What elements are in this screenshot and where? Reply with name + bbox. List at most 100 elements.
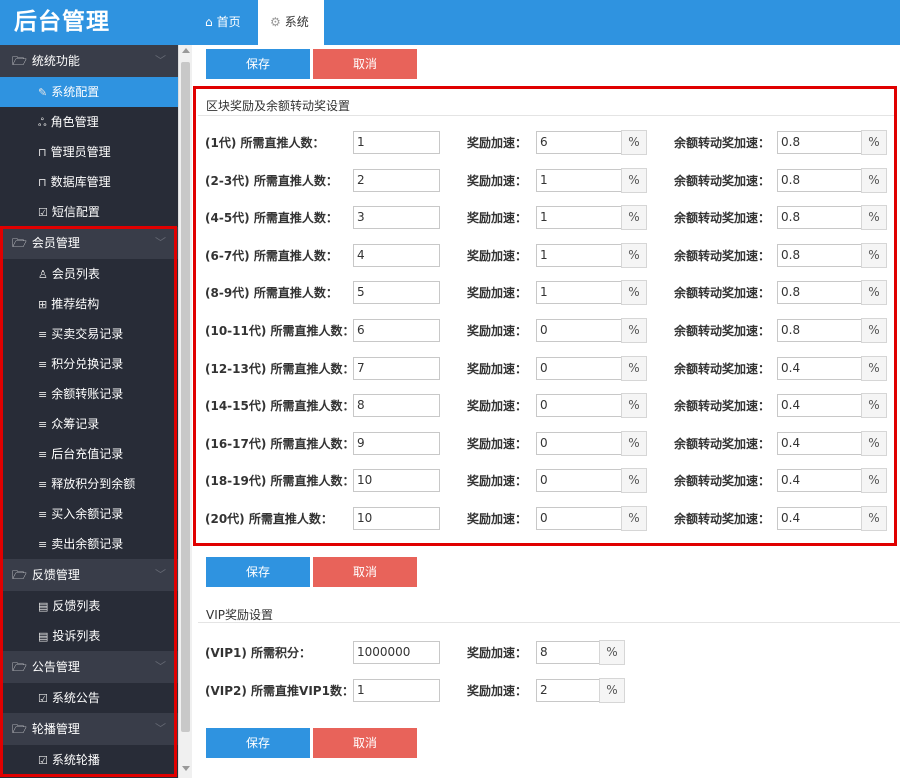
sidebar-group[interactable]: 🗁 统统功能 ﹀ xyxy=(0,45,178,77)
reward-speed-input[interactable]: 2 xyxy=(536,679,600,702)
balance-speed-input[interactable]: 0.8 xyxy=(777,319,862,342)
direct-count-input[interactable]: 5 xyxy=(353,281,440,305)
sidebar-item[interactable]: ≡ 买入余额记录 xyxy=(0,499,178,529)
sidebar-group[interactable]: 🗁 反馈管理 ﹀ xyxy=(0,559,178,591)
sidebar-item[interactable]: ≡ 卖出余额记录 xyxy=(0,529,178,559)
cancel-button-middle[interactable]: 取消 xyxy=(313,557,417,587)
balance-speed-label: 余额转动奖加速： xyxy=(674,286,771,301)
direct-count-input[interactable]: 8 xyxy=(353,394,440,418)
reward-speed-label: 奖励加速： xyxy=(467,474,528,489)
reward-speed-input[interactable]: 1 xyxy=(536,168,622,192)
direct-count-input[interactable]: 6 xyxy=(353,319,440,342)
sidebar-item[interactable]: ≡ 后台充值记录 xyxy=(0,439,178,469)
reward-speed-input[interactable]: 0 xyxy=(536,356,622,380)
tab-system[interactable]: ⚙ 系统 xyxy=(258,0,324,45)
row-label: (12-13代) 所需直推人数： xyxy=(205,361,355,376)
reward-speed-input[interactable]: 1 xyxy=(536,281,622,305)
scroll-down-arrow[interactable] xyxy=(182,766,190,771)
sidebar-group[interactable]: 🗁 会员管理 ﹀ xyxy=(0,227,178,259)
sidebar-item[interactable]: ≡ 释放积分到余额 xyxy=(0,469,178,499)
sidebar-item[interactable]: ⊞ 推荐结构 xyxy=(0,289,178,319)
sidebar-item[interactable]: ≡ 积分兑换记录 xyxy=(0,349,178,379)
sidebar-scroll-thumb[interactable] xyxy=(181,62,190,732)
reward-speed-input[interactable]: 1 xyxy=(536,243,622,267)
tab-home[interactable]: ⌂ 首页 xyxy=(193,0,253,45)
direct-count-input[interactable]: 7 xyxy=(353,356,440,380)
reward-speed-label: 奖励加速： xyxy=(467,324,528,338)
folder-icon: 🗁 xyxy=(12,722,27,736)
direct-count-input[interactable]: 2 xyxy=(353,168,440,192)
sidebar-item[interactable]: ▤ 反馈列表 xyxy=(0,591,178,621)
sidebar-item[interactable]: ✎ 系统配置 xyxy=(0,77,178,107)
balance-speed-input[interactable]: 0.4 xyxy=(777,431,862,455)
sidebar-item-label: 余额转账记录 xyxy=(51,387,124,401)
sidebar-item[interactable]: ≡ 众筹记录 xyxy=(0,409,178,439)
sidebar-item[interactable]: ☑ 系统公告 xyxy=(0,683,178,713)
percent-addon: % xyxy=(861,468,887,494)
sidebar-item[interactable]: ≡ 买卖交易记录 xyxy=(0,319,178,349)
row-label: (VIP2) 所需直推VIP1数： xyxy=(205,684,354,698)
balance-speed-label: 余额转动奖加速： xyxy=(674,474,771,489)
balance-speed-input[interactable]: 0.8 xyxy=(777,281,862,305)
direct-count-input[interactable]: 9 xyxy=(353,431,440,455)
row-label: (20代) 所需直推人数： xyxy=(205,512,333,526)
save-button-middle[interactable]: 保存 xyxy=(206,557,310,587)
balance-speed-input[interactable]: 0.8 xyxy=(777,131,862,154)
direct-count-input[interactable]: 10 xyxy=(353,469,440,493)
save-button-bottom[interactable]: 保存 xyxy=(206,728,310,758)
list-icon: ≡ xyxy=(38,388,48,401)
balance-speed-label: 余额转动奖加速： xyxy=(674,361,771,376)
block-section-title: 区块奖励及余额转动奖设置 xyxy=(206,99,351,113)
reward-speed-input[interactable]: 1 xyxy=(536,206,622,230)
folder-icon: 🗁 xyxy=(12,236,27,250)
direct-count-input[interactable]: 4 xyxy=(353,243,440,267)
lock-icon: ⊓ xyxy=(38,176,47,189)
percent-addon: % xyxy=(621,167,647,193)
scroll-up-arrow[interactable] xyxy=(182,48,190,53)
sidebar-group[interactable]: 🗁 轮播管理 ﹀ xyxy=(0,713,178,745)
percent-addon: % xyxy=(621,130,647,155)
cancel-button-top[interactable]: 取消 xyxy=(313,49,417,79)
sidebar-item[interactable]: ≡ 余额转账记录 xyxy=(0,379,178,409)
cancel-button-bottom[interactable]: 取消 xyxy=(313,728,417,758)
reward-speed-input[interactable]: 0 xyxy=(536,319,622,342)
percent-addon: % xyxy=(621,468,647,494)
sidebar-item-label: 推荐结构 xyxy=(51,297,100,311)
balance-speed-input[interactable]: 0.4 xyxy=(777,394,862,418)
reward-speed-input[interactable]: 0 xyxy=(536,394,622,418)
balance-speed-input[interactable]: 0.4 xyxy=(777,356,862,380)
save-button-top[interactable]: 保存 xyxy=(206,49,310,79)
balance-speed-input[interactable]: 0.8 xyxy=(777,243,862,267)
sidebar-item[interactable]: ▤ 投诉列表 xyxy=(0,621,178,651)
sidebar-item[interactable]: ⊓ 管理员管理 xyxy=(0,137,178,167)
sidebar-item-label: 后台充值记录 xyxy=(51,447,124,461)
balance-speed-input[interactable]: 0.8 xyxy=(777,168,862,192)
reward-speed-input[interactable]: 0 xyxy=(536,507,622,530)
sidebar-item[interactable]: ஃ 角色管理 xyxy=(0,107,178,137)
grid-icon: ⊞ xyxy=(38,298,48,311)
reward-speed-input[interactable]: 6 xyxy=(536,131,622,154)
reward-speed-input[interactable]: 0 xyxy=(536,469,622,493)
sidebar-item[interactable]: ⊓ 数据库管理 xyxy=(0,167,178,197)
balance-speed-input[interactable]: 0.4 xyxy=(777,469,862,493)
direct-count-input[interactable]: 1 xyxy=(353,131,440,154)
sidebar-group[interactable]: 🗁 公告管理 ﹀ xyxy=(0,651,178,683)
reward-speed-label: 奖励加速： xyxy=(467,646,528,660)
sidebar-item[interactable]: ☑ 系统轮播 xyxy=(0,745,178,775)
percent-addon: % xyxy=(861,205,887,231)
vip-value-input[interactable]: 1000000 xyxy=(353,641,440,664)
reward-speed-input[interactable]: 8 xyxy=(536,641,600,664)
doc-icon: ▤ xyxy=(38,630,49,643)
sidebar-item[interactable]: ♙ 会员列表 xyxy=(0,259,178,289)
reward-speed-label: 奖励加速： xyxy=(467,211,528,226)
sidebar-item[interactable]: ☑ 短信配置 xyxy=(0,197,178,227)
list-icon: ≡ xyxy=(38,448,48,461)
balance-speed-input[interactable]: 0.8 xyxy=(777,206,862,230)
gear-icon: ⚙ xyxy=(270,15,281,29)
direct-count-input[interactable]: 3 xyxy=(353,206,440,230)
sidebar: 🗁 统统功能 ﹀ ✎ 系统配置 ஃ 角色管理 ⊓ 管理员管理 ⊓ 数据库管理 ☑ 短信配置 🗁 会员管理 ﹀ ♙… xyxy=(0,45,178,778)
vip-value-input[interactable]: 1 xyxy=(353,679,440,702)
direct-count-input[interactable]: 10 xyxy=(353,507,440,530)
balance-speed-input[interactable]: 0.4 xyxy=(777,507,862,530)
reward-speed-input[interactable]: 0 xyxy=(536,431,622,455)
